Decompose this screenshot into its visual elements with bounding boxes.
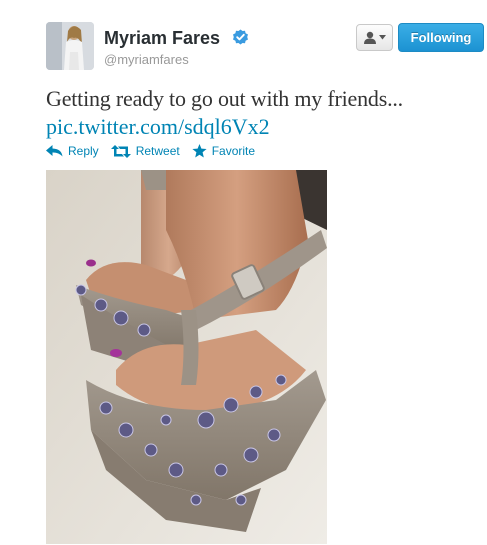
retweet-icon	[110, 144, 131, 158]
verified-badge-icon	[233, 29, 248, 45]
tweet-text: Getting ready to go out with my friends.…	[46, 86, 403, 111]
reply-label: Reply	[68, 144, 99, 158]
caret-down-icon	[379, 35, 386, 40]
avatar[interactable]	[46, 22, 94, 70]
shoes-photo-image	[46, 170, 327, 544]
user-icon	[364, 31, 376, 44]
tweet-media-link[interactable]: pic.twitter.com/sdql6Vx2	[46, 114, 270, 140]
user-actions-dropdown[interactable]	[356, 24, 393, 51]
retweet-label: Retweet	[135, 144, 180, 158]
profile-name[interactable]: Myriam Fares	[104, 28, 220, 49]
reply-button[interactable]: Reply	[46, 144, 99, 158]
favorite-label: Favorite	[211, 144, 256, 158]
tweet-photo[interactable]	[46, 170, 327, 544]
profile-handle[interactable]: @myriamfares	[104, 52, 189, 67]
star-icon	[192, 144, 207, 158]
tweet-actions: Reply Retweet Favorite	[46, 142, 267, 160]
favorite-button[interactable]: Favorite	[192, 144, 255, 158]
following-button[interactable]: Following	[398, 23, 484, 52]
reply-icon	[46, 145, 63, 157]
retweet-button[interactable]: Retweet	[110, 144, 180, 158]
avatar-image	[46, 22, 94, 70]
